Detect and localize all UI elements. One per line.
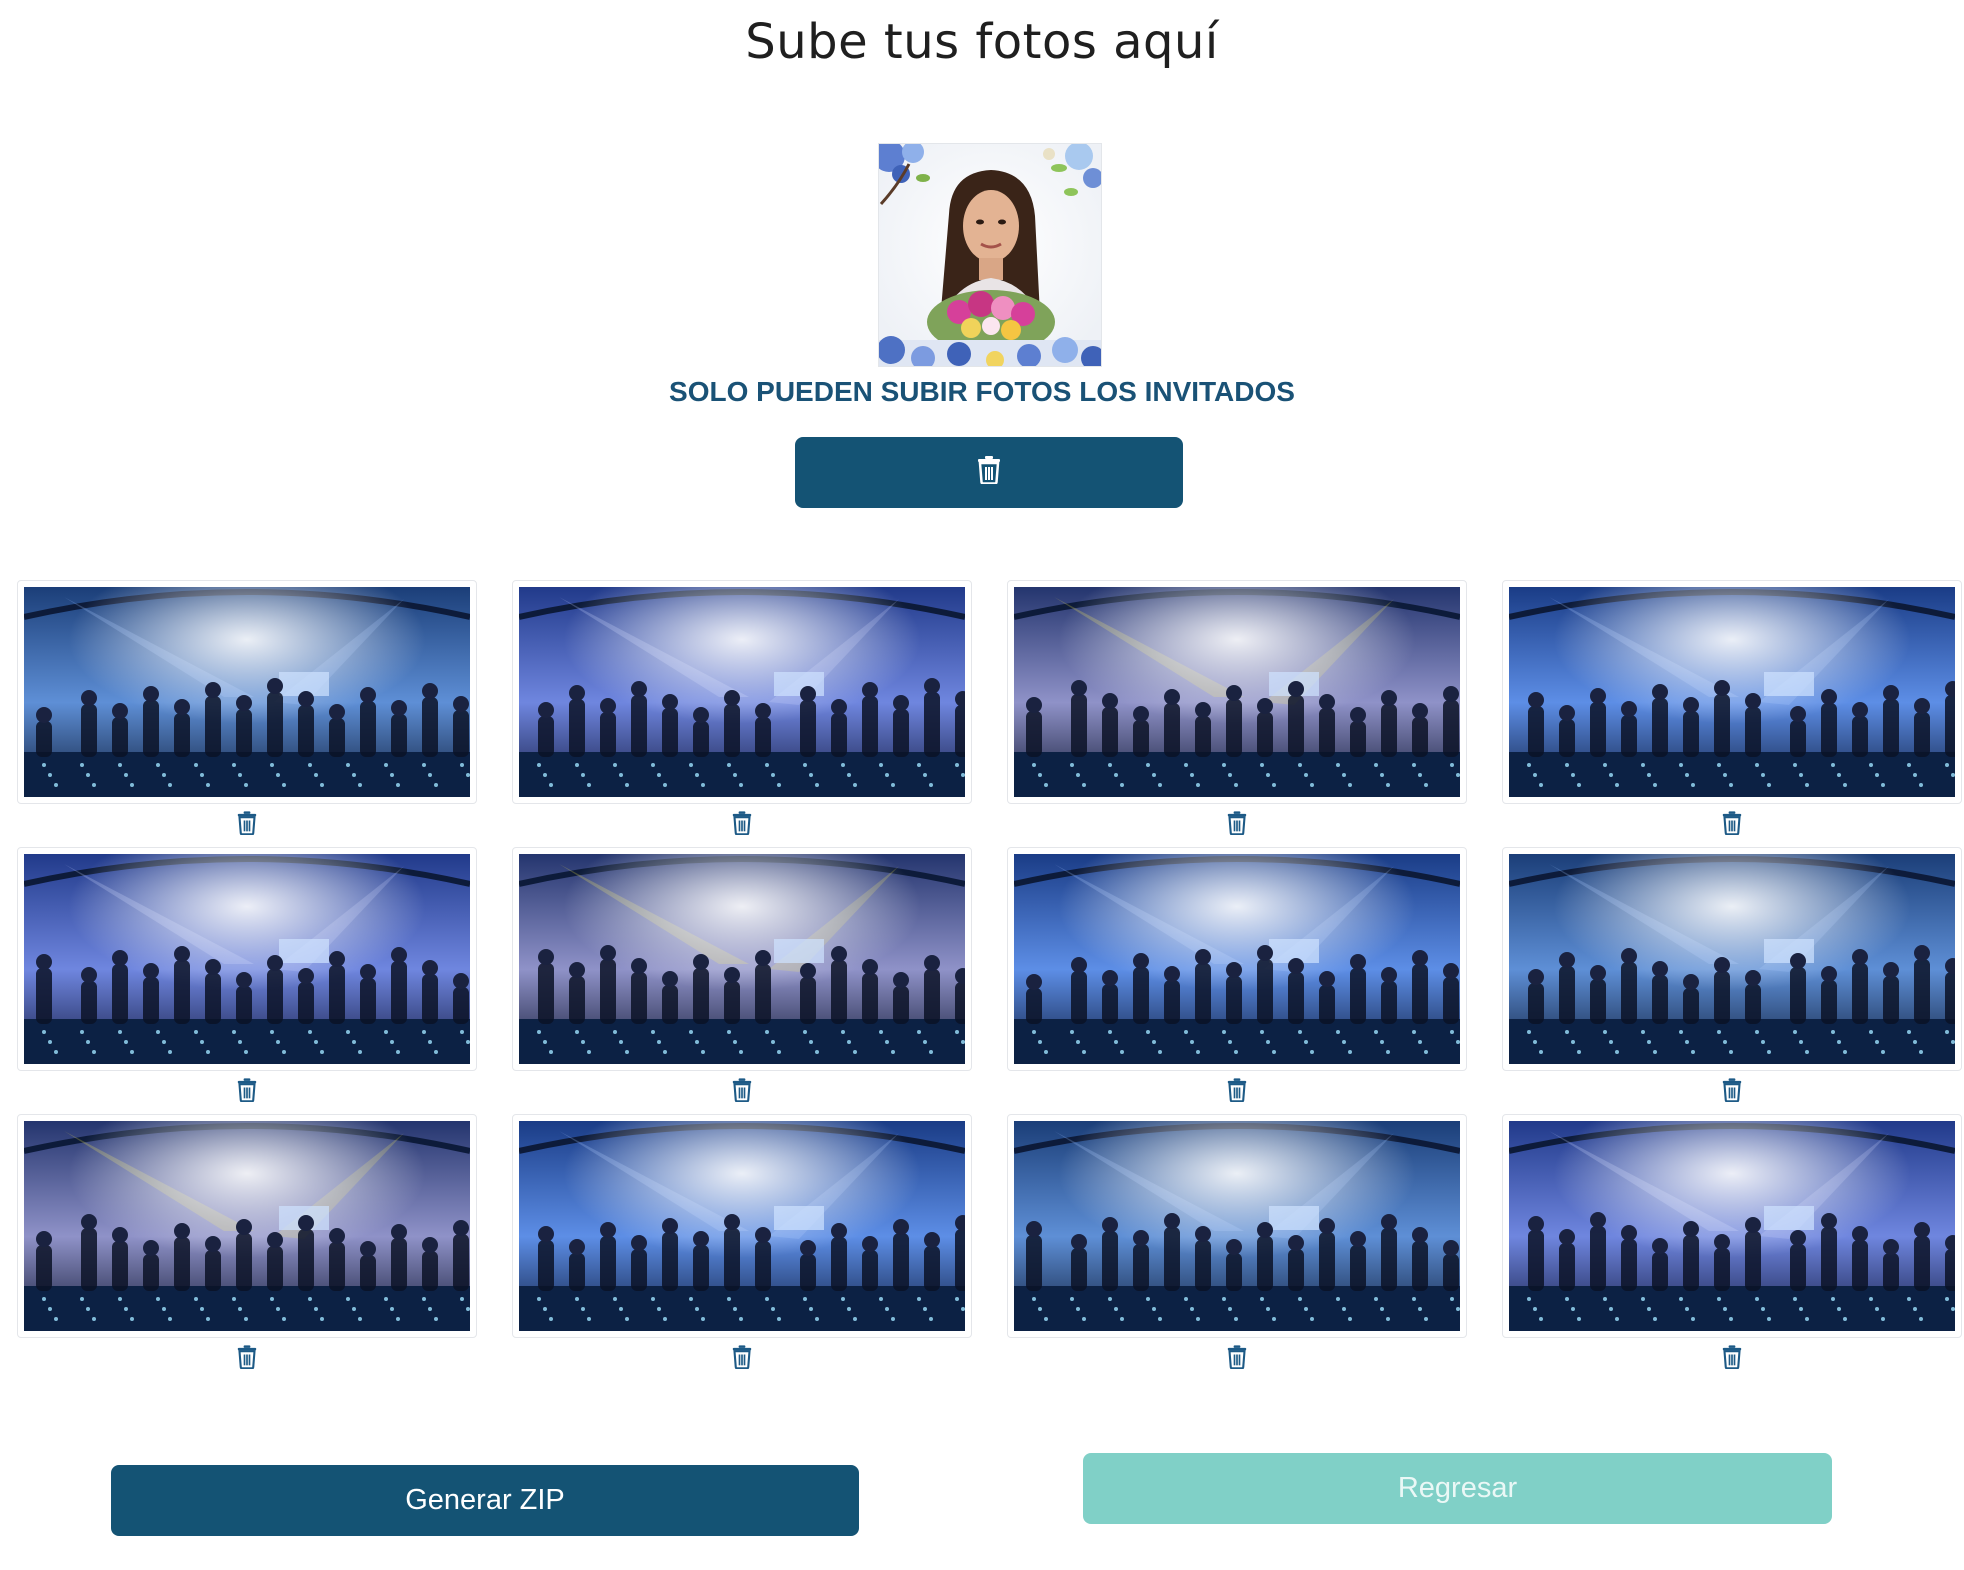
event-photo: [1509, 1121, 1955, 1331]
trash-icon: [732, 1077, 752, 1107]
trash-icon: [977, 456, 1001, 489]
photo-card[interactable]: [512, 580, 972, 804]
photo-card[interactable]: [512, 847, 972, 1071]
generate-zip-button[interactable]: Generar ZIP: [111, 1465, 859, 1536]
trash-icon: [1227, 1344, 1247, 1374]
photo-delete-button[interactable]: [729, 1344, 755, 1374]
photo-delete-button[interactable]: [729, 810, 755, 840]
photo-delete-button[interactable]: [1719, 1344, 1745, 1374]
photo-delete-button[interactable]: [234, 1077, 260, 1107]
event-photo: [519, 1121, 965, 1331]
profile-image: [879, 144, 1101, 366]
photo-card[interactable]: [1007, 580, 1467, 804]
photo-card[interactable]: [512, 1114, 972, 1338]
trash-icon: [237, 1344, 257, 1374]
event-photo: [519, 587, 965, 797]
event-photo: [24, 854, 470, 1064]
profile-photo: [878, 143, 1102, 367]
photo-delete-button[interactable]: [1224, 810, 1250, 840]
trash-icon: [1722, 1077, 1742, 1107]
trash-icon: [1722, 810, 1742, 840]
trash-icon: [1227, 1077, 1247, 1107]
trash-icon: [237, 810, 257, 840]
photo-delete-button[interactable]: [234, 1344, 260, 1374]
delete-all-button[interactable]: [795, 437, 1183, 508]
photo-delete-button[interactable]: [1719, 810, 1745, 840]
photo-gallery: [17, 580, 1962, 1380]
event-photo: [519, 854, 965, 1064]
trash-icon: [1227, 810, 1247, 840]
photo-delete-button[interactable]: [1224, 1077, 1250, 1107]
event-photo: [1014, 854, 1460, 1064]
event-photo: [1014, 1121, 1460, 1331]
photo-card[interactable]: [1007, 1114, 1467, 1338]
photo-delete-button[interactable]: [234, 810, 260, 840]
photo-card[interactable]: [1007, 847, 1467, 1071]
event-photo: [1509, 587, 1955, 797]
guest-notice: SOLO PUEDEN SUBIR FOTOS LOS INVITADOS: [669, 376, 1295, 407]
photo-card[interactable]: [17, 847, 477, 1071]
photo-card[interactable]: [1502, 580, 1962, 804]
photo-card[interactable]: [1502, 847, 1962, 1071]
back-button[interactable]: Regresar: [1083, 1453, 1832, 1524]
event-photo: [24, 1121, 470, 1331]
photo-delete-button[interactable]: [729, 1077, 755, 1107]
photo-delete-button[interactable]: [1224, 1344, 1250, 1374]
photo-card[interactable]: [17, 1114, 477, 1338]
event-photo: [1509, 854, 1955, 1064]
trash-icon: [732, 810, 752, 840]
trash-icon: [1722, 1344, 1742, 1374]
photo-card[interactable]: [17, 580, 477, 804]
page-title: Sube tus fotos aquí: [745, 14, 1219, 70]
event-photo: [24, 587, 470, 797]
trash-icon: [732, 1344, 752, 1374]
event-photo: [1014, 587, 1460, 797]
photo-card[interactable]: [1502, 1114, 1962, 1338]
photo-delete-button[interactable]: [1719, 1077, 1745, 1107]
trash-icon: [237, 1077, 257, 1107]
